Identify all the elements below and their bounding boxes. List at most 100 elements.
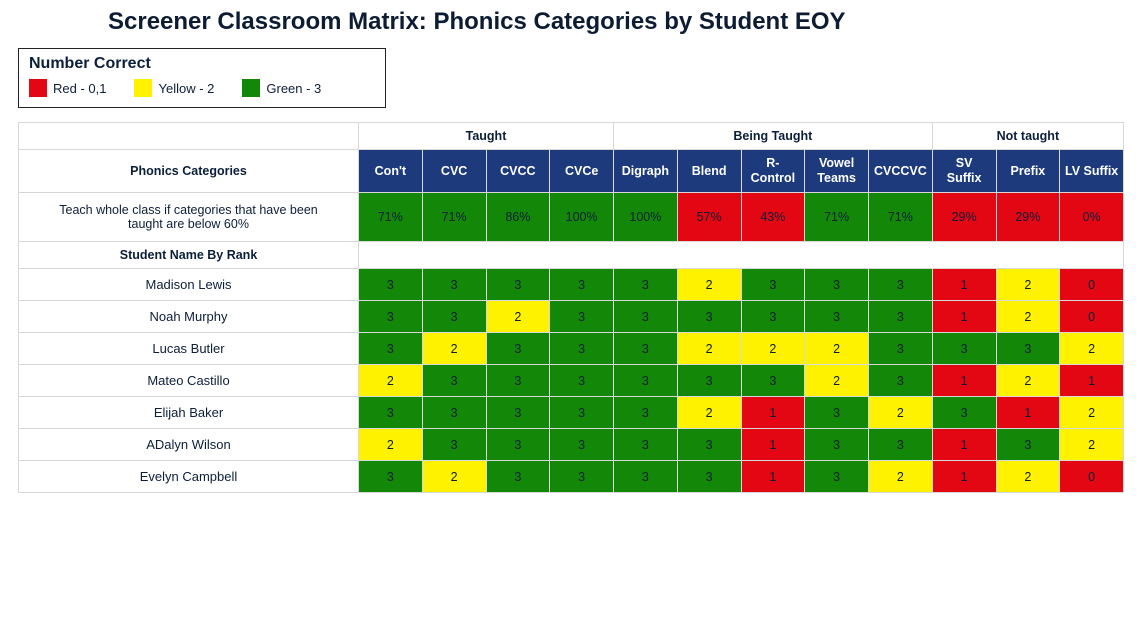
student-name: Noah Murphy	[19, 301, 359, 333]
score: 3	[550, 269, 614, 301]
col-cvccvc: CVCCVC	[869, 150, 933, 193]
score: 2	[422, 333, 486, 365]
group-being-taught: Being Taught	[614, 123, 933, 150]
score: 1	[996, 397, 1060, 429]
score: 3	[486, 269, 550, 301]
score: 2	[805, 365, 869, 397]
score: 1	[741, 397, 805, 429]
matrix-table: Taught Being Taught Not taught Phonics C…	[18, 122, 1124, 493]
score: 3	[486, 429, 550, 461]
score: 0	[1060, 269, 1124, 301]
student-name: Madison Lewis	[19, 269, 359, 301]
score: 3	[805, 461, 869, 493]
student-row: Mateo Castillo 2 3 3 3 3 3 3 2 3 1 2 1	[19, 365, 1124, 397]
score: 3	[422, 301, 486, 333]
phonics-categories-label: Phonics Categories	[19, 150, 359, 193]
student-name: ADalyn Wilson	[19, 429, 359, 461]
pct-c7: 71%	[805, 193, 869, 242]
group-header-row: Taught Being Taught Not taught	[19, 123, 1124, 150]
student-row: Elijah Baker 3 3 3 3 3 2 1 3 2 3 1 2	[19, 397, 1124, 429]
score: 3	[869, 333, 933, 365]
score: 2	[359, 429, 423, 461]
score: 3	[869, 429, 933, 461]
category-header-row: Phonics Categories Con't CVC CVCC CVCe D…	[19, 150, 1124, 193]
col-cvc: CVC	[422, 150, 486, 193]
score: 2	[996, 301, 1060, 333]
score: 1	[932, 429, 996, 461]
col-rcontrol: R-Control	[741, 150, 805, 193]
pct-c8: 71%	[869, 193, 933, 242]
score: 3	[422, 397, 486, 429]
legend: Number Correct Red - 0,1 Yellow - 2 Gree…	[18, 48, 386, 108]
student-row: Noah Murphy 3 3 2 3 3 3 3 3 3 1 2 0	[19, 301, 1124, 333]
legend-row: Red - 0,1 Yellow - 2 Green - 3	[29, 79, 343, 97]
score: 3	[422, 365, 486, 397]
score: 2	[869, 461, 933, 493]
col-cvce: CVCe	[550, 150, 614, 193]
legend-yellow-label: Yellow - 2	[158, 81, 214, 96]
pct-c4: 100%	[614, 193, 678, 242]
byrank-label: Student Name By Rank	[19, 242, 359, 269]
col-vowelteams: Vowel Teams	[805, 150, 869, 193]
pct-c3: 100%	[550, 193, 614, 242]
score: 1	[932, 269, 996, 301]
score: 0	[1060, 301, 1124, 333]
score: 3	[614, 365, 678, 397]
score: 3	[359, 333, 423, 365]
swatch-green-icon	[242, 79, 260, 97]
score: 3	[359, 301, 423, 333]
score: 2	[805, 333, 869, 365]
score: 3	[869, 301, 933, 333]
pct-c10: 29%	[996, 193, 1060, 242]
score: 0	[1060, 461, 1124, 493]
pct-c5: 57%	[677, 193, 741, 242]
score: 3	[869, 365, 933, 397]
col-digraph: Digraph	[614, 150, 678, 193]
student-name: Elijah Baker	[19, 397, 359, 429]
score: 3	[422, 429, 486, 461]
student-name: Mateo Castillo	[19, 365, 359, 397]
score: 2	[677, 333, 741, 365]
score: 3	[614, 397, 678, 429]
score: 1	[932, 301, 996, 333]
score: 3	[550, 397, 614, 429]
score: 3	[550, 333, 614, 365]
score: 3	[741, 269, 805, 301]
score: 1	[741, 461, 805, 493]
pct-c6: 43%	[741, 193, 805, 242]
score: 3	[550, 301, 614, 333]
score: 3	[486, 397, 550, 429]
byrank-blank	[359, 242, 1124, 269]
score: 3	[550, 429, 614, 461]
score: 3	[932, 397, 996, 429]
pct-c0: 71%	[359, 193, 423, 242]
col-blend: Blend	[677, 150, 741, 193]
student-row: Madison Lewis 3 3 3 3 3 2 3 3 3 1 2 0	[19, 269, 1124, 301]
score: 2	[869, 397, 933, 429]
score: 2	[996, 461, 1060, 493]
swatch-yellow-icon	[134, 79, 152, 97]
score: 3	[422, 269, 486, 301]
score: 2	[677, 397, 741, 429]
score: 1	[1060, 365, 1124, 397]
score: 2	[677, 269, 741, 301]
student-row: ADalyn Wilson 2 3 3 3 3 3 1 3 3 1 3 2	[19, 429, 1124, 461]
col-lvsuffix: LV Suffix	[1060, 150, 1124, 193]
legend-title: Number Correct	[29, 55, 343, 73]
group-taught: Taught	[359, 123, 614, 150]
corner-blank	[19, 123, 359, 150]
score: 3	[359, 461, 423, 493]
score: 2	[1060, 333, 1124, 365]
col-cont: Con't	[359, 150, 423, 193]
score: 3	[550, 461, 614, 493]
score: 3	[359, 269, 423, 301]
score: 3	[614, 301, 678, 333]
score: 3	[486, 461, 550, 493]
legend-red-label: Red - 0,1	[53, 81, 106, 96]
score: 3	[550, 365, 614, 397]
score: 3	[614, 429, 678, 461]
student-name: Evelyn Campbell	[19, 461, 359, 493]
score: 1	[741, 429, 805, 461]
score: 3	[805, 397, 869, 429]
pct-c11: 0%	[1060, 193, 1124, 242]
